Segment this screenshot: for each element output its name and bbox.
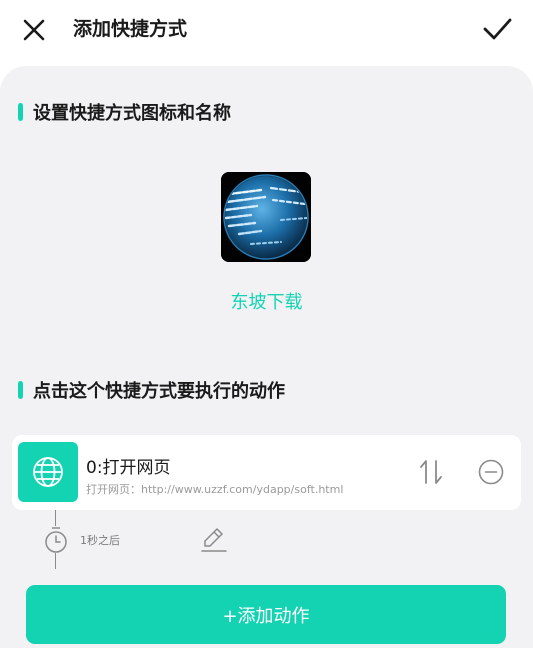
action-section-title: 点击这个快捷方式要执行的动作 <box>33 381 285 402</box>
page-title: 添加快捷方式 <box>73 18 188 40</box>
top-bar: 添加快捷方式 <box>0 0 533 60</box>
icon-section-title: 设置快捷方式图标和名称 <box>33 103 231 124</box>
section-accent-bar <box>18 103 23 121</box>
edit-pencil-icon[interactable] <box>200 527 228 553</box>
close-icon[interactable] <box>20 16 48 44</box>
action-section-heading: 点击这个快捷方式要执行的动作 <box>18 377 285 403</box>
action-card[interactable]: 0:打开网页 打开网页：http://www.uzzf.com/ydapp/so… <box>12 435 521 510</box>
delay-label: 1秒之后 <box>80 534 120 547</box>
icon-section-heading: 设置快捷方式图标和名称 <box>18 99 231 125</box>
globe-icon <box>18 442 78 502</box>
stopwatch-icon <box>45 527 67 553</box>
shortcut-name[interactable]: 东坡下载 <box>0 288 533 314</box>
globe-app-image <box>221 172 311 262</box>
reorder-arrows-icon[interactable] <box>417 457 445 487</box>
content-sheet <box>0 66 533 648</box>
timeline-connector <box>55 510 56 526</box>
action-title: 0:打开网页 <box>86 458 171 478</box>
checkmark-icon[interactable] <box>481 14 513 44</box>
action-subtitle: 打开网页：http://www.uzzf.com/ydapp/soft.html <box>86 483 344 496</box>
remove-circle-icon[interactable] <box>478 459 504 485</box>
add-action-button[interactable]: +添加动作 <box>26 585 506 644</box>
timeline-connector <box>55 553 56 569</box>
section-accent-bar <box>18 381 23 399</box>
globe-app-icon[interactable] <box>221 172 311 262</box>
